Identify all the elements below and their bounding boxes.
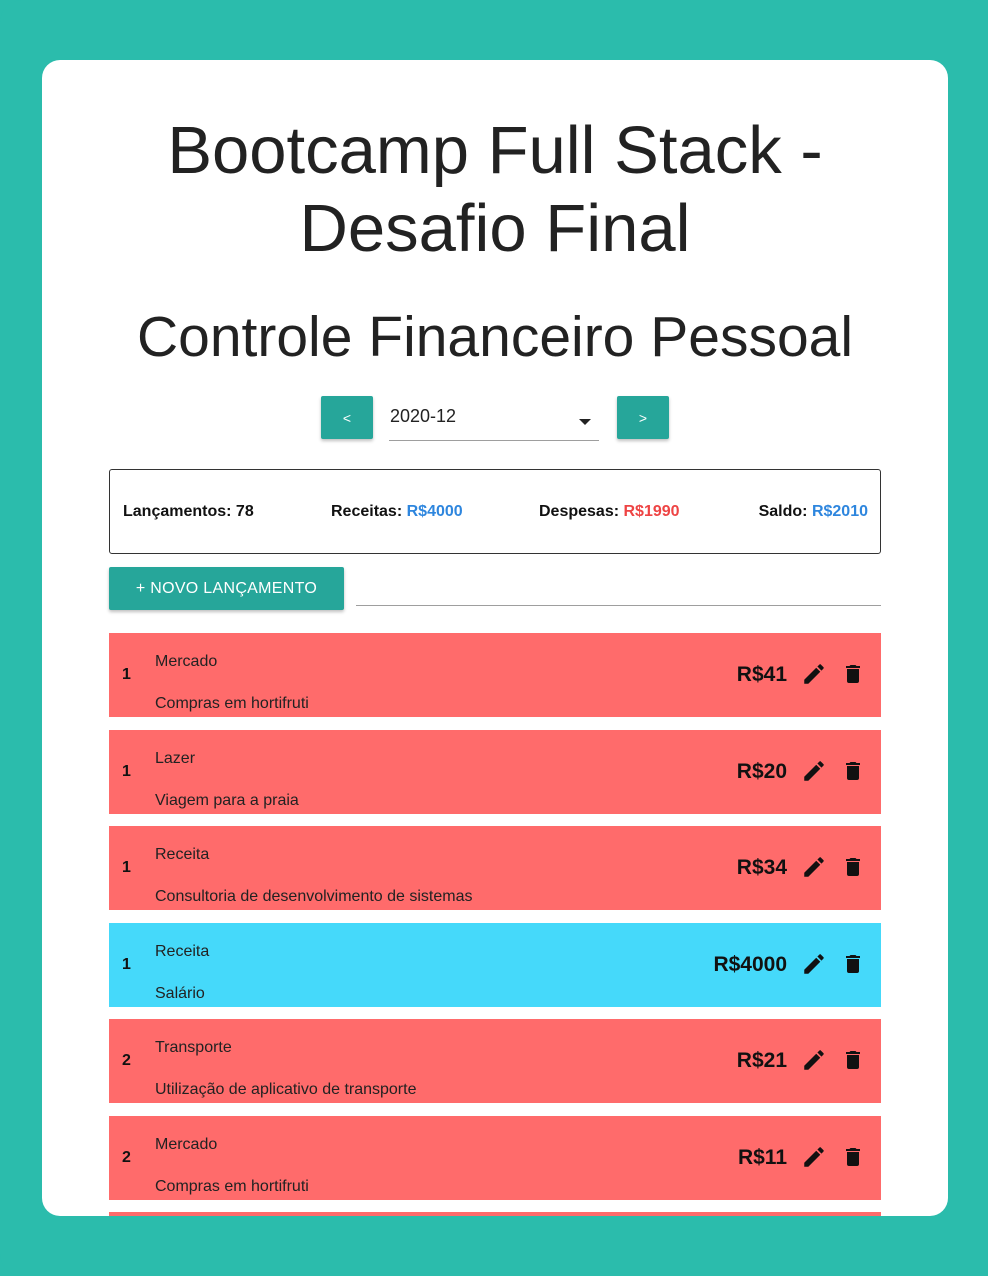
chevron-down-icon (579, 419, 591, 425)
entry-row: 2 Transporte Utilização de aplicativo de t… (109, 1019, 881, 1103)
entry-row (109, 1212, 881, 1216)
entry-category: Receita (155, 942, 210, 960)
page-title: Bootcamp Full Stack - Desafio Final (42, 112, 948, 268)
entry-day: 2 (122, 1148, 131, 1166)
period-select[interactable]: 2020-12 (389, 396, 599, 441)
entry-day: 1 (122, 859, 131, 876)
entry-category: Receita (155, 846, 210, 863)
summary-expense-value: R$1990 (623, 503, 680, 520)
entry-category: Mercado (155, 653, 218, 670)
summary-count-label: Lançamentos: (123, 503, 232, 520)
summary-balance-label: Saldo: (758, 503, 808, 520)
entry-row: 1 Receita Salário R$4000 (109, 922, 881, 1007)
summary-balance: Saldo: R$2010 (759, 503, 868, 521)
entry-category: Lazer (155, 749, 196, 767)
entry-value: R$21 (736, 1049, 787, 1072)
trash-icon[interactable] (841, 1047, 865, 1073)
pencil-icon[interactable] (801, 951, 827, 977)
summary-revenue-label: Receitas: (331, 503, 403, 520)
pencil-icon[interactable] (801, 758, 827, 784)
previous-period-button[interactable]: < (321, 396, 373, 439)
summary-count: Lançamentos: 78 (123, 503, 254, 521)
entry-category: Mercado (155, 1135, 218, 1153)
pencil-icon[interactable] (801, 1144, 827, 1170)
entry-row: 1 Mercado Compras em hortifruti R$41 (109, 633, 881, 717)
title-line-1: Bootcamp Full Stack - (167, 113, 823, 188)
trash-icon[interactable] (841, 951, 865, 977)
entry-value: R$41 (736, 663, 787, 686)
summary-revenue: Receitas: R$4000 (331, 503, 463, 521)
entry-row: 1 Receita Consultoria de desenvolvimento d… (109, 826, 881, 910)
entry-description: Viagem para a praia (155, 791, 299, 809)
pencil-icon[interactable] (801, 854, 827, 880)
summary-expense-label: Despesas: (539, 503, 620, 520)
entry-day: 1 (122, 762, 131, 780)
summary-balance-value: R$2010 (811, 503, 868, 520)
entry-value: R$4000 (713, 952, 787, 976)
filter-input[interactable] (356, 570, 881, 606)
entry-description: Consultoria de desenvolvimento de sistem… (155, 888, 473, 905)
entry-row: 1 Lazer Viagem para a praia R$20 (109, 729, 881, 814)
entry-description: Utilização de aplicativo de transporte (155, 1081, 417, 1098)
entry-value: R$20 (736, 759, 787, 783)
entry-day: 2 (122, 1052, 131, 1069)
pencil-icon[interactable] (801, 661, 827, 687)
title-line-2: Desafio Final (299, 191, 691, 266)
next-period-button[interactable]: > (617, 396, 669, 439)
entries-list: 1 Mercado Compras em hortifruti R$41 1 Lazer V… (109, 633, 881, 1216)
page-subtitle: Controle Financeiro Pessoal (136, 305, 854, 369)
new-entry-button[interactable]: + NOVO LANÇAMENTO (109, 567, 344, 610)
entry-day: 1 (122, 955, 131, 973)
entry-row: 2 Mercado Compras em hortifruti R$11 (109, 1115, 881, 1200)
entry-description: Compras em hortifruti (155, 1177, 309, 1195)
trash-icon[interactable] (841, 661, 865, 687)
trash-icon[interactable] (841, 1144, 865, 1170)
pencil-icon[interactable] (801, 1047, 827, 1073)
entry-description: Compras em hortifruti (155, 695, 309, 712)
main-card: Bootcamp Full Stack - Desafio Final Cont… (42, 60, 948, 1216)
entry-value: R$11 (737, 1145, 787, 1169)
period-selected-value: 2020-12 (390, 406, 457, 426)
summary-count-value: 78 (235, 503, 254, 520)
entry-day: 1 (122, 666, 131, 683)
trash-icon[interactable] (841, 758, 865, 784)
entry-category: Transporte (155, 1039, 232, 1056)
entry-value: R$34 (736, 856, 787, 879)
summary-revenue-value: R$4000 (406, 503, 463, 520)
summary-expense: Despesas: R$1990 (539, 503, 680, 521)
summary-panel: Lançamentos: 78 Receitas: R$4000 Despesa… (109, 469, 881, 554)
app-background: Bootcamp Full Stack - Desafio Final Cont… (0, 0, 988, 1276)
trash-icon[interactable] (841, 854, 865, 880)
entry-description: Salário (155, 984, 205, 1002)
